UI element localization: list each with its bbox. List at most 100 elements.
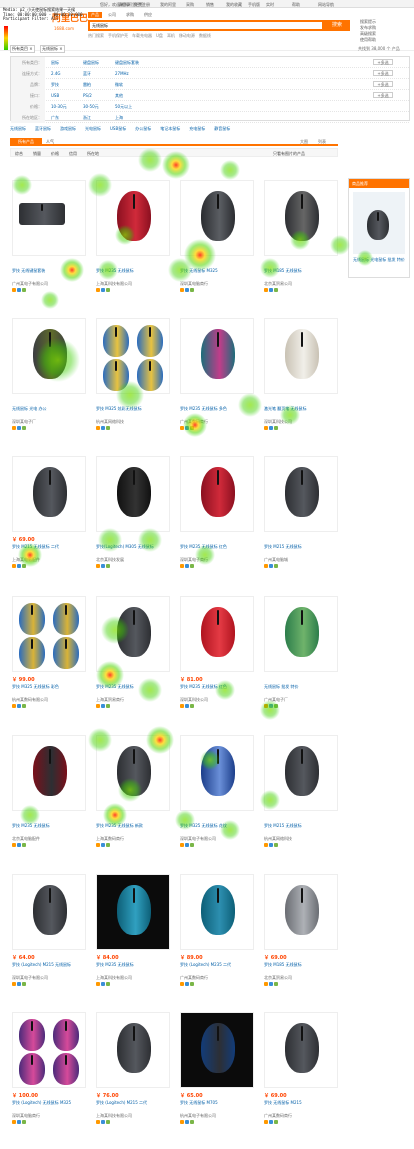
product-title[interactable]: 罗技 (Logitech) M215 无线鼠标 (12, 962, 86, 972)
category-link[interactable]: 静音鼠标 (214, 126, 230, 131)
sidebar-ad-image[interactable] (353, 192, 405, 254)
filter-option[interactable]: 30-50元 (83, 104, 99, 110)
product-card[interactable]: 罗技 无线键鼠套装广州某电子有限公司 (12, 180, 86, 310)
filter-option[interactable]: 微软 (115, 82, 123, 88)
vendor-name[interactable]: 深圳某科技公司 (264, 419, 338, 425)
topbar-link-5[interactable]: 销售 (206, 2, 214, 8)
category-link[interactable]: 充电鼠标 (189, 126, 205, 131)
product-image[interactable] (180, 874, 254, 950)
product-image[interactable] (12, 318, 86, 394)
product-image[interactable] (264, 596, 338, 672)
product-image[interactable] (96, 735, 170, 811)
filter-option[interactable]: 其他 (115, 93, 123, 99)
vendor-name[interactable]: 北京某电脑配件 (12, 836, 86, 842)
product-title[interactable]: 罗技 M325 无线鼠标 花纹 (180, 823, 254, 833)
product-title[interactable]: 罗技 M215 无线鼠标 (264, 823, 338, 833)
product-image[interactable] (264, 874, 338, 950)
vendor-name[interactable]: 杭州某数码有限公司 (12, 697, 86, 703)
product-title[interactable]: 罗技 M235 无线鼠标 新款 (96, 823, 170, 833)
product-title[interactable]: 罗技 无线鼠标 M215 (264, 1100, 338, 1110)
filter-option[interactable]: 键盘鼠标套装 (115, 60, 139, 66)
filter-option[interactable]: 蓝牙 (83, 71, 91, 77)
product-title[interactable]: 罗技 无线键鼠套装 (12, 268, 86, 278)
filter-option[interactable]: 上海 (115, 115, 123, 121)
hotword-2[interactable]: 车载充电器 (132, 33, 152, 38)
vendor-name[interactable]: 杭州某网络科技 (96, 419, 170, 425)
image-only-checkbox[interactable]: 只看有图片的产品 (273, 151, 305, 157)
product-card[interactable]: ￥ 76.00 罗技 (Logitech) M215 二代 上海某科技有限公司 (96, 1012, 170, 1142)
sort-credit[interactable]: 信用 (69, 151, 77, 157)
category-link[interactable]: 笔记本鼠标 (160, 126, 180, 131)
product-title[interactable]: 罗技 M215 无线鼠标 二代 (12, 544, 86, 554)
hotword-6[interactable]: 数据线 (199, 33, 211, 38)
product-image[interactable] (12, 735, 86, 811)
vendor-name[interactable]: 上海某科技有限公司 (96, 281, 170, 287)
search-button[interactable]: 搜索 (324, 20, 350, 31)
vendor-name[interactable]: 北京某贸易公司 (264, 281, 338, 287)
filter-option[interactable]: USB (51, 93, 59, 98)
product-image[interactable] (180, 1012, 254, 1088)
product-card[interactable]: ￥ 64.00 罗技 (Logitech) M215 无线鼠标 深圳某电子有限公司 (12, 874, 86, 1004)
product-card[interactable]: 罗技 M235 无线鼠标北京某电脑配件 (12, 735, 86, 865)
search-tab-company[interactable]: 公司 (108, 12, 116, 18)
product-card[interactable]: 罗技 M185 无线鼠标 北京某贸易公司 (264, 180, 338, 310)
vendor-name[interactable]: 广州某数码商行 (180, 419, 254, 425)
product-card[interactable]: ￥ 65.00 罗技 无线鼠标 M705 杭州某电子有限公司 (180, 1012, 254, 1142)
product-image[interactable] (264, 180, 338, 256)
vendor-name[interactable]: 广州某数码商行 (264, 1113, 338, 1119)
product-title[interactable]: 激光笔 翻页笔 无线鼠标 (264, 406, 338, 416)
vendor-name[interactable]: 深圳某电脑商行 (12, 1113, 86, 1119)
product-image[interactable] (12, 596, 86, 672)
hotword-3[interactable]: U盘 (156, 33, 163, 38)
product-title[interactable]: 罗技 M235 无线鼠标 (96, 268, 170, 278)
product-card[interactable]: 罗技 M235 无线鼠标 多色 广州某数码商行 (180, 318, 254, 448)
category-link[interactable]: 办公鼠标 (135, 126, 151, 131)
sort-price[interactable]: 价格 (51, 151, 59, 157)
filter-option[interactable]: 10-30元 (51, 104, 67, 110)
vendor-name[interactable]: 上海某贸易商行 (96, 697, 170, 703)
vendor-name[interactable]: 上海某科技有限公司 (96, 975, 170, 981)
product-title[interactable]: 罗技 M215 无线鼠标 (264, 544, 338, 554)
filter-option[interactable]: 2.4G (51, 71, 60, 76)
multi-select-button[interactable]: +多选 (373, 59, 393, 65)
product-title[interactable]: 无线鼠标 光电 办公 (12, 406, 86, 416)
tab-popular[interactable]: 人气 (46, 139, 54, 145)
category-link[interactable]: USB鼠标 (110, 126, 126, 131)
product-image[interactable] (96, 318, 170, 394)
sort-location[interactable]: 所在地 (87, 151, 99, 157)
product-card[interactable]: ￥ 89.00 罗技 (Logitech) M235 二代 广州某数码商行 (180, 874, 254, 1004)
product-title[interactable]: 罗技 (Logitech) M235 二代 (180, 962, 254, 972)
product-image[interactable] (12, 1012, 86, 1088)
product-title[interactable]: 罗技(Logitech) M305 无线鼠标 (96, 544, 170, 554)
filter-option[interactable]: 键盘鼠标 (83, 60, 99, 66)
vendor-name[interactable]: 广州某电脑城 (264, 557, 338, 563)
product-card[interactable]: 无线鼠标 批发 特价 广州某电子厂 (264, 596, 338, 726)
view-grid-toggle[interactable]: 大图 (300, 139, 308, 145)
product-card[interactable]: 激光笔 翻页笔 无线鼠标深圳某科技公司 (264, 318, 338, 448)
product-title[interactable]: 罗技 M235 无线鼠标 (12, 823, 86, 833)
vendor-name[interactable]: 深圳某电子有限公司 (180, 836, 254, 842)
product-image[interactable] (12, 874, 86, 950)
product-image[interactable] (180, 596, 254, 672)
filter-option[interactable]: 鼠标 (51, 60, 59, 66)
product-title[interactable]: 罗技 M185 无线鼠标 (264, 962, 338, 972)
product-card[interactable]: 罗技 M325 无线鼠标 花纹深圳某电子有限公司 (180, 735, 254, 865)
product-title[interactable]: 罗技 M235 无线鼠标 (96, 962, 170, 972)
right-link-3[interactable]: 使用帮助 (360, 37, 376, 43)
vendor-name[interactable]: 上海某电脑配件 (12, 557, 86, 563)
product-card[interactable]: 无线鼠标 光电 办公 深圳某电子厂 (12, 318, 86, 448)
product-image[interactable] (96, 180, 170, 256)
product-image[interactable] (12, 180, 86, 256)
product-image[interactable] (264, 1012, 338, 1088)
vendor-name[interactable]: 广州某电子有限公司 (12, 281, 86, 287)
product-card[interactable]: ￥ 99.00 罗技 M325 无线鼠标 彩色 杭州某数码有限公司 (12, 596, 86, 726)
product-card[interactable]: 罗技 M215 无线鼠标广州某电脑城 (264, 456, 338, 586)
product-image[interactable] (180, 456, 254, 532)
product-title[interactable]: 罗技 (Logitech) M215 二代 (96, 1100, 170, 1110)
category-link[interactable]: 无线鼠标 (10, 126, 26, 131)
product-card[interactable]: ￥ 100.00 罗技 (Logitech) 无线鼠标 M325 深圳某电脑商行 (12, 1012, 86, 1142)
product-card[interactable]: 罗技 M325 炫彩无线鼠标 杭州某网络科技 (96, 318, 170, 448)
product-title[interactable]: 罗技 (Logitech) 无线鼠标 M325 (12, 1100, 86, 1110)
product-card[interactable]: 罗技 M235 无线鼠标 上海某贸易商行 (96, 596, 170, 726)
category-link[interactable]: 蓝牙鼠标 (35, 126, 51, 131)
